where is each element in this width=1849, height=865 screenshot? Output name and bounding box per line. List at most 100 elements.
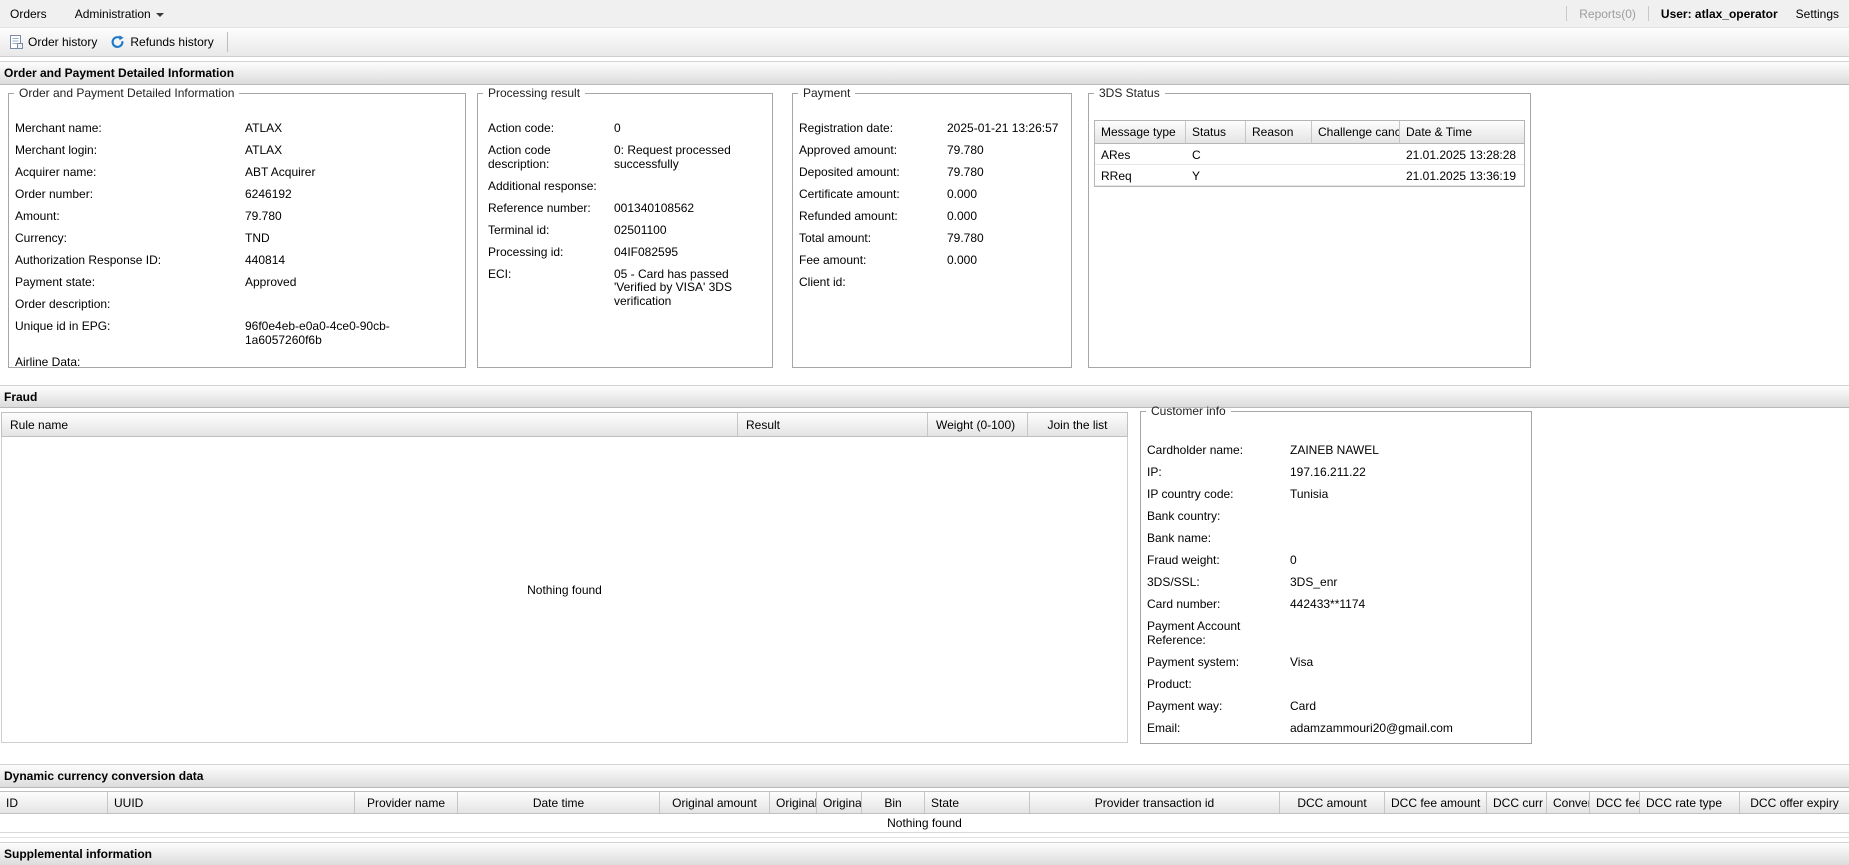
field-value: 0 [1290,553,1297,567]
field-row: Terminal id: 02501100 [488,222,766,238]
field-label: Processing id: [488,244,564,259]
divider [1647,6,1649,21]
column-header-provider-name: Provider name [355,792,458,813]
field-row: Email: adamzammouri20@gmail.com [1147,720,1525,736]
field-value: 79.780 [245,209,282,223]
menu-orders[interactable]: Orders [10,7,47,21]
column-header-challenge-cancel: Challenge cancel [1312,121,1400,144]
field-value: 442433**1174 [1290,597,1366,611]
field-value: Visa [1290,654,1314,669]
field-row: Payment way: Card [1147,698,1525,714]
table-row[interactable]: RReq Y 21.01.2025 13:36:19 [1095,165,1524,186]
payment-rows: Registration date: 2025-01-21 13:26:57 A… [793,100,1071,290]
column-header-weight: Weight (0-100) [928,413,1028,436]
field-value: Card [1290,698,1317,713]
field-label: Action code: [488,121,555,135]
processing-result-panel: Processing result Action code: 0 Action … [477,86,773,368]
field-row: Acquirer name: ABT Acquirer [15,165,459,180]
field-row: 3DS/SSL: 3DS_enr [1147,575,1525,590]
three-ds-table: Message type Status Reason Challenge can… [1094,120,1525,187]
cell-date-time: 21.01.2025 13:28:28 [1400,144,1524,165]
menu-bar-right: Reports(0) User: atlax_operator Settings [1554,6,1839,21]
field-value: 2025-01-21 13:26:57 [947,121,1059,135]
fraud-table-header: Rule name Result Weight (0-100) Join the… [1,412,1128,437]
dcc-table: ID UUID Provider name Date time Original… [0,791,1849,838]
field-value: 79.780 [947,231,984,245]
field-row: Order description: [15,297,459,312]
section-header-dcc: Dynamic currency conversion data [0,764,1849,788]
cell-reason [1246,165,1312,186]
field-value: 05 - Card has passed 'Verified by VISA' … [614,266,732,308]
field-value: 79.780 [947,165,984,179]
customer-info-rows: Cardholder name: ZAINEB NAWEL IP: 197.16… [1141,418,1531,735]
field-row: Reference number: 001340108562 [488,201,766,216]
refresh-icon [110,35,125,49]
section-header-fraud-label: Fraud [4,389,38,404]
column-header-dcc-amount: DCC amount [1280,792,1385,813]
menu-administration-label: Administration [74,6,151,21]
dcc-table-body: Nothing found [0,814,1849,833]
table-row[interactable]: ARes C 21.01.2025 13:28:28 [1095,144,1524,165]
field-label: Payment system: [1147,654,1240,669]
field-value: 6246192 [245,187,292,201]
menu-orders-label: Orders [10,6,47,21]
field-label: Cardholder name: [1147,443,1244,457]
field-value: 0 [614,121,621,135]
field-label: Amount: [15,209,60,223]
menu-reports[interactable]: Reports(0) [1579,7,1636,21]
field-value: 0: Request processed successfully [614,143,731,171]
payment-panel: Payment Registration date: 2025-01-21 13… [792,86,1072,368]
field-value: adamzammouri20@gmail.com [1290,720,1453,735]
field-value: ABT Acquirer [245,165,316,179]
field-label: Acquirer name: [15,165,97,179]
field-value: 79.780 [947,143,984,157]
fraud-table-body: Nothing found [1,437,1128,743]
field-value: 197.16.211.22 [1290,465,1366,479]
field-row: Airline Data: [15,354,459,370]
menu-administration[interactable]: Administration [75,7,164,21]
fraud-table: Rule name Result Weight (0-100) Join the… [1,412,1128,743]
column-header-original-amount: Original amount [660,792,770,813]
field-value: ATLAX [245,143,283,157]
field-row: Action code: 0 [488,121,766,136]
column-header-uuid: UUID [108,792,355,813]
field-value: Approved [245,275,297,289]
processing-result-legend: Processing result [488,86,581,100]
empty-state-text: Nothing found [887,816,962,830]
field-row: Action code description: 0: Request proc… [488,143,766,171]
payment-legend: Payment [803,86,851,100]
field-row: Certificate amount: 0.000 [799,187,1065,202]
field-label: Merchant name: [15,121,102,135]
field-label: ECI: [488,266,512,281]
divider [226,32,228,52]
field-row: Merchant login: ATLAX [15,143,459,158]
document-icon [9,35,23,49]
order-history-button[interactable]: Order history [5,32,106,52]
customer-info-panel: Customer info Cardholder name: ZAINEB NA… [1140,404,1532,744]
divider [1566,6,1568,21]
refunds-history-button[interactable]: Refunds history [106,32,222,52]
field-label: Bank name: [1147,531,1212,545]
divider [0,833,1849,838]
column-header-state: State [925,792,1030,813]
cell-message-type: ARes [1095,144,1186,165]
field-row: Additional response: [488,179,766,194]
column-header-date-time: Date & Time [1400,121,1524,144]
field-label: Merchant login: [15,143,98,157]
field-value: TND [245,231,270,245]
field-row: Product: [1147,677,1525,692]
field-row: Refunded amount: 0.000 [799,209,1065,224]
field-label: Refunded amount: [799,209,898,223]
field-label: Terminal id: [488,222,550,237]
column-header-provider-transaction-id: Provider transaction id [1030,792,1280,813]
field-label: Airline Data: [15,354,81,369]
menu-settings[interactable]: Settings [1796,7,1839,21]
field-label: Order number: [15,187,94,201]
toolbar: Order history Refunds history [0,27,1849,57]
field-label: Email: [1147,720,1181,735]
column-header-dcc-rate-type: DCC rate type [1640,792,1740,813]
field-row: Deposited amount: 79.780 [799,165,1065,180]
section-header-dcc-label: Dynamic currency conversion data [4,769,204,783]
field-label: Total amount: [799,231,872,245]
field-label: Unique id in EPG: [15,319,111,333]
